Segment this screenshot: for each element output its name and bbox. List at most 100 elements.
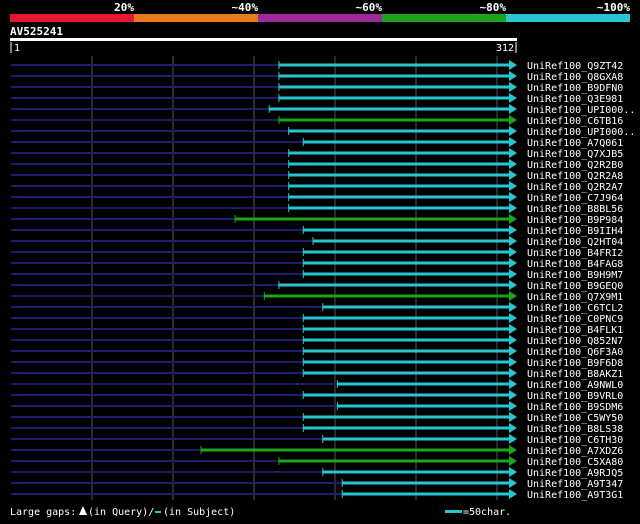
alignment-bar[interactable] [313, 239, 510, 243]
hit-row[interactable]: UniRef100_A9RJQ5 [11, 467, 623, 479]
hit-label[interactable]: UniRef100_Q9ZT42 [527, 61, 623, 72]
hit-row[interactable]: UniRef100_B9SDM6 [11, 401, 623, 413]
hit-row[interactable]: UniRef100_B8BL56 [11, 203, 623, 215]
alignment-bar[interactable] [288, 162, 510, 166]
hit-label[interactable]: UniRef100_Q2R2A8 [527, 171, 623, 182]
alignment-bar[interactable] [337, 382, 510, 386]
hit-row[interactable]: UniRef100_Q2R2A8 [11, 170, 623, 182]
hit-row[interactable]: UniRef100_C6TH30 [11, 434, 623, 446]
hit-label[interactable]: UniRef100_Q3E981 [527, 94, 623, 105]
alignment-bar[interactable] [342, 481, 510, 485]
hit-label[interactable]: UniRef100_C6TH30 [527, 435, 623, 446]
hit-row[interactable]: UniRef100_B4FRI2 [11, 247, 623, 259]
hit-label[interactable]: UniRef100_B4FRI2 [527, 248, 623, 259]
hit-row[interactable]: UniRef100_B9GEQ0 [11, 280, 623, 292]
hit-row[interactable]: UniRef100_B9DFN0 [11, 82, 623, 94]
hit-row[interactable]: UniRef100_A9T3G1 [11, 489, 623, 501]
alignment-bar[interactable] [303, 426, 510, 430]
alignment-bar[interactable] [235, 217, 510, 221]
hit-row[interactable]: UniRef100_B8LS38 [11, 423, 623, 435]
hit-label[interactable]: UniRef100_Q2HT04 [527, 237, 623, 248]
alignment-bar[interactable] [278, 85, 510, 89]
alignment-bar[interactable] [278, 118, 510, 122]
hit-row[interactable]: UniRef100_B9VRL0 [11, 390, 623, 402]
alignment-bar[interactable] [288, 129, 510, 133]
hit-label[interactable]: UniRef100_Q852N7 [527, 336, 623, 347]
hit-row[interactable]: UniRef100_C6TCL2 [11, 302, 623, 314]
hit-label[interactable]: UniRef100_UPI000.. [527, 105, 635, 116]
hit-row[interactable]: UniRef100_B9H9M7 [11, 269, 623, 281]
hit-row[interactable]: UniRef100_B4FAG8 [11, 258, 623, 270]
hit-label[interactable]: UniRef100_B9F6D8 [527, 358, 623, 369]
alignment-bar[interactable] [303, 349, 510, 353]
alignment-bar[interactable] [278, 63, 510, 67]
hit-row[interactable]: UniRef100_A7XDZ6 [11, 445, 623, 457]
alignment-bar[interactable] [303, 393, 510, 397]
hit-label[interactable]: UniRef100_Q8GXA8 [527, 72, 623, 83]
hit-label[interactable]: UniRef100_UPI000.. [527, 127, 635, 138]
alignment-bar[interactable] [303, 272, 510, 276]
hit-label[interactable]: UniRef100_A7Q061 [527, 138, 623, 149]
alignment-bar[interactable] [303, 327, 510, 331]
hit-label[interactable]: UniRef100_B8LS38 [527, 424, 623, 435]
alignment-bar[interactable] [303, 316, 510, 320]
hit-label[interactable]: UniRef100_Q7X9M1 [527, 292, 623, 303]
hit-label[interactable]: UniRef100_B9SDM6 [527, 402, 623, 413]
hit-row[interactable]: UniRef100_B9F6D8 [11, 357, 623, 369]
hit-label[interactable]: UniRef100_C0PNC9 [527, 314, 623, 325]
hit-row[interactable]: UniRef100_Q2HT04 [11, 236, 623, 248]
hit-label[interactable]: UniRef100_Q6F3A0 [527, 347, 623, 358]
hit-label[interactable]: UniRef100_B9GEQ0 [527, 281, 623, 292]
hit-row[interactable]: UniRef100_Q7XJB5 [11, 148, 623, 160]
alignment-bar[interactable] [264, 294, 510, 298]
hit-label[interactable]: UniRef100_B4FAG8 [527, 259, 623, 270]
hit-label[interactable]: UniRef100_A7XDZ6 [527, 446, 623, 457]
hit-label[interactable]: UniRef100_A9T3G1 [527, 490, 623, 501]
alignment-bar[interactable] [278, 96, 510, 100]
hit-row[interactable]: UniRef100_Q9ZT42 [11, 60, 623, 72]
alignment-bar[interactable] [278, 74, 510, 78]
hit-label[interactable]: UniRef100_C5WY50 [527, 413, 623, 424]
hit-label[interactable]: UniRef100_B8AKZ1 [527, 369, 623, 380]
hit-label[interactable]: UniRef100_C7J964 [527, 193, 623, 204]
hit-row[interactable]: UniRef100_Q7X9M1 [11, 291, 623, 303]
alignment-bar[interactable] [303, 360, 510, 364]
hit-label[interactable]: UniRef100_B4FLK1 [527, 325, 623, 336]
alignment-bar[interactable] [303, 250, 510, 254]
hit-row[interactable]: UniRef100_C6TB16 [11, 115, 623, 127]
hit-row[interactable]: UniRef100_A7Q061 [11, 137, 623, 149]
hit-row[interactable]: UniRef100_A9NWL0 [11, 379, 623, 391]
alignment-bar[interactable] [303, 371, 510, 375]
hit-label[interactable]: UniRef100_Q2R2B0 [527, 160, 623, 171]
alignment-bar[interactable] [322, 437, 510, 441]
hit-label[interactable]: UniRef100_A9NWL0 [527, 380, 623, 391]
hit-label[interactable]: UniRef100_Q2R2A7 [527, 182, 623, 193]
hit-row[interactable]: UniRef100_Q3E981 [11, 93, 623, 105]
hit-label[interactable]: UniRef100_A9RJQ5 [527, 468, 623, 479]
hit-label[interactable]: UniRef100_B9VRL0 [527, 391, 623, 402]
alignment-bar[interactable] [288, 195, 510, 199]
hit-row[interactable]: UniRef100_C7J964 [11, 192, 623, 204]
hit-label[interactable]: UniRef100_C5XA80 [527, 457, 623, 468]
alignment-bar[interactable] [288, 173, 510, 177]
alignment-bar[interactable] [303, 228, 510, 232]
alignment-bar[interactable] [278, 283, 510, 287]
alignment-bar[interactable] [278, 459, 510, 463]
hit-row[interactable]: UniRef100_B9IIH4 [11, 225, 623, 237]
hit-label[interactable]: UniRef100_B9DFN0 [527, 83, 623, 94]
hit-label[interactable]: UniRef100_A9T347 [527, 479, 623, 490]
hit-label[interactable]: UniRef100_B9IIH4 [527, 226, 623, 237]
alignment-bar[interactable] [303, 338, 510, 342]
alignment-bar[interactable] [322, 470, 510, 474]
alignment-bar[interactable] [303, 261, 510, 265]
hit-row[interactable]: UniRef100_Q8GXA8 [11, 71, 623, 83]
alignment-bar[interactable] [303, 140, 510, 144]
hit-row[interactable]: UniRef100_B8AKZ1 [11, 368, 623, 380]
alignment-bar[interactable] [200, 448, 510, 452]
hit-label[interactable]: UniRef100_B9H9M7 [527, 270, 623, 281]
alignment-bar[interactable] [303, 415, 510, 419]
alignment-bar[interactable] [342, 492, 510, 496]
alignment-bar[interactable] [288, 206, 510, 210]
hit-label[interactable]: UniRef100_C6TB16 [527, 116, 623, 127]
hit-row[interactable]: UniRef100_Q6F3A0 [11, 346, 623, 358]
